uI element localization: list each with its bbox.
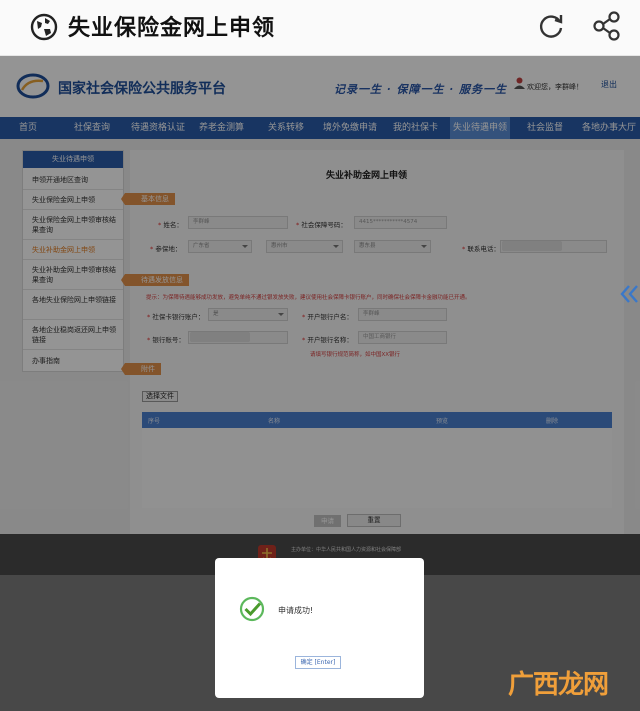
reload-icon[interactable] xyxy=(536,11,566,41)
double-chevron-left-icon[interactable] xyxy=(619,284,640,304)
success-dialog: 申请成功! 确定 [Enter] xyxy=(215,558,424,698)
share-icon[interactable] xyxy=(592,10,622,42)
browser-page-title: 失业保险金网上申领 xyxy=(68,16,276,41)
page: 失业保险金网上申领 国家社会保险公共服务平台 记录一生 · 保障一生 · 服务一… xyxy=(0,0,640,711)
confirm-button[interactable]: 确定 [Enter] xyxy=(295,656,341,669)
watermark: 广西龙网 xyxy=(508,670,609,700)
success-message: 申请成功! xyxy=(278,606,314,615)
globe-icon xyxy=(30,13,58,41)
browser-top-bar: 失业保险金网上申领 xyxy=(0,0,640,56)
success-check-icon xyxy=(239,596,265,622)
